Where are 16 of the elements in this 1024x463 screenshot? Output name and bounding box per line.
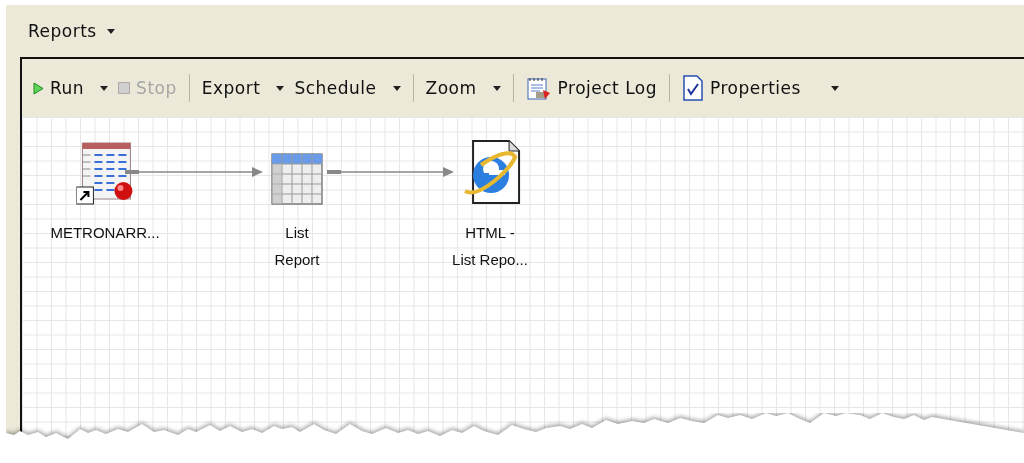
menu-button[interactable]: Export: [196, 74, 290, 102]
stop-icon: [118, 82, 131, 94]
menu-button[interactable]: Project Log: [520, 71, 662, 105]
document-check-icon: [682, 75, 704, 101]
menu-button[interactable]: Schedule: [289, 74, 406, 102]
log-icon: [525, 75, 552, 101]
table-icon: [271, 153, 323, 205]
menu-button[interactable]: Zoom: [420, 74, 506, 102]
node-label: METRONARR...: [50, 223, 160, 243]
node-label: List Report: [274, 223, 320, 270]
menu-button[interactable]: Run: [28, 74, 114, 102]
reports-menu[interactable]: Reports: [28, 21, 115, 41]
menu-button[interactable]: Properties: [677, 71, 844, 105]
data-table-icon: [76, 141, 134, 205]
play-icon: [33, 81, 44, 95]
node-label: HTML - List Repo...: [452, 223, 528, 270]
